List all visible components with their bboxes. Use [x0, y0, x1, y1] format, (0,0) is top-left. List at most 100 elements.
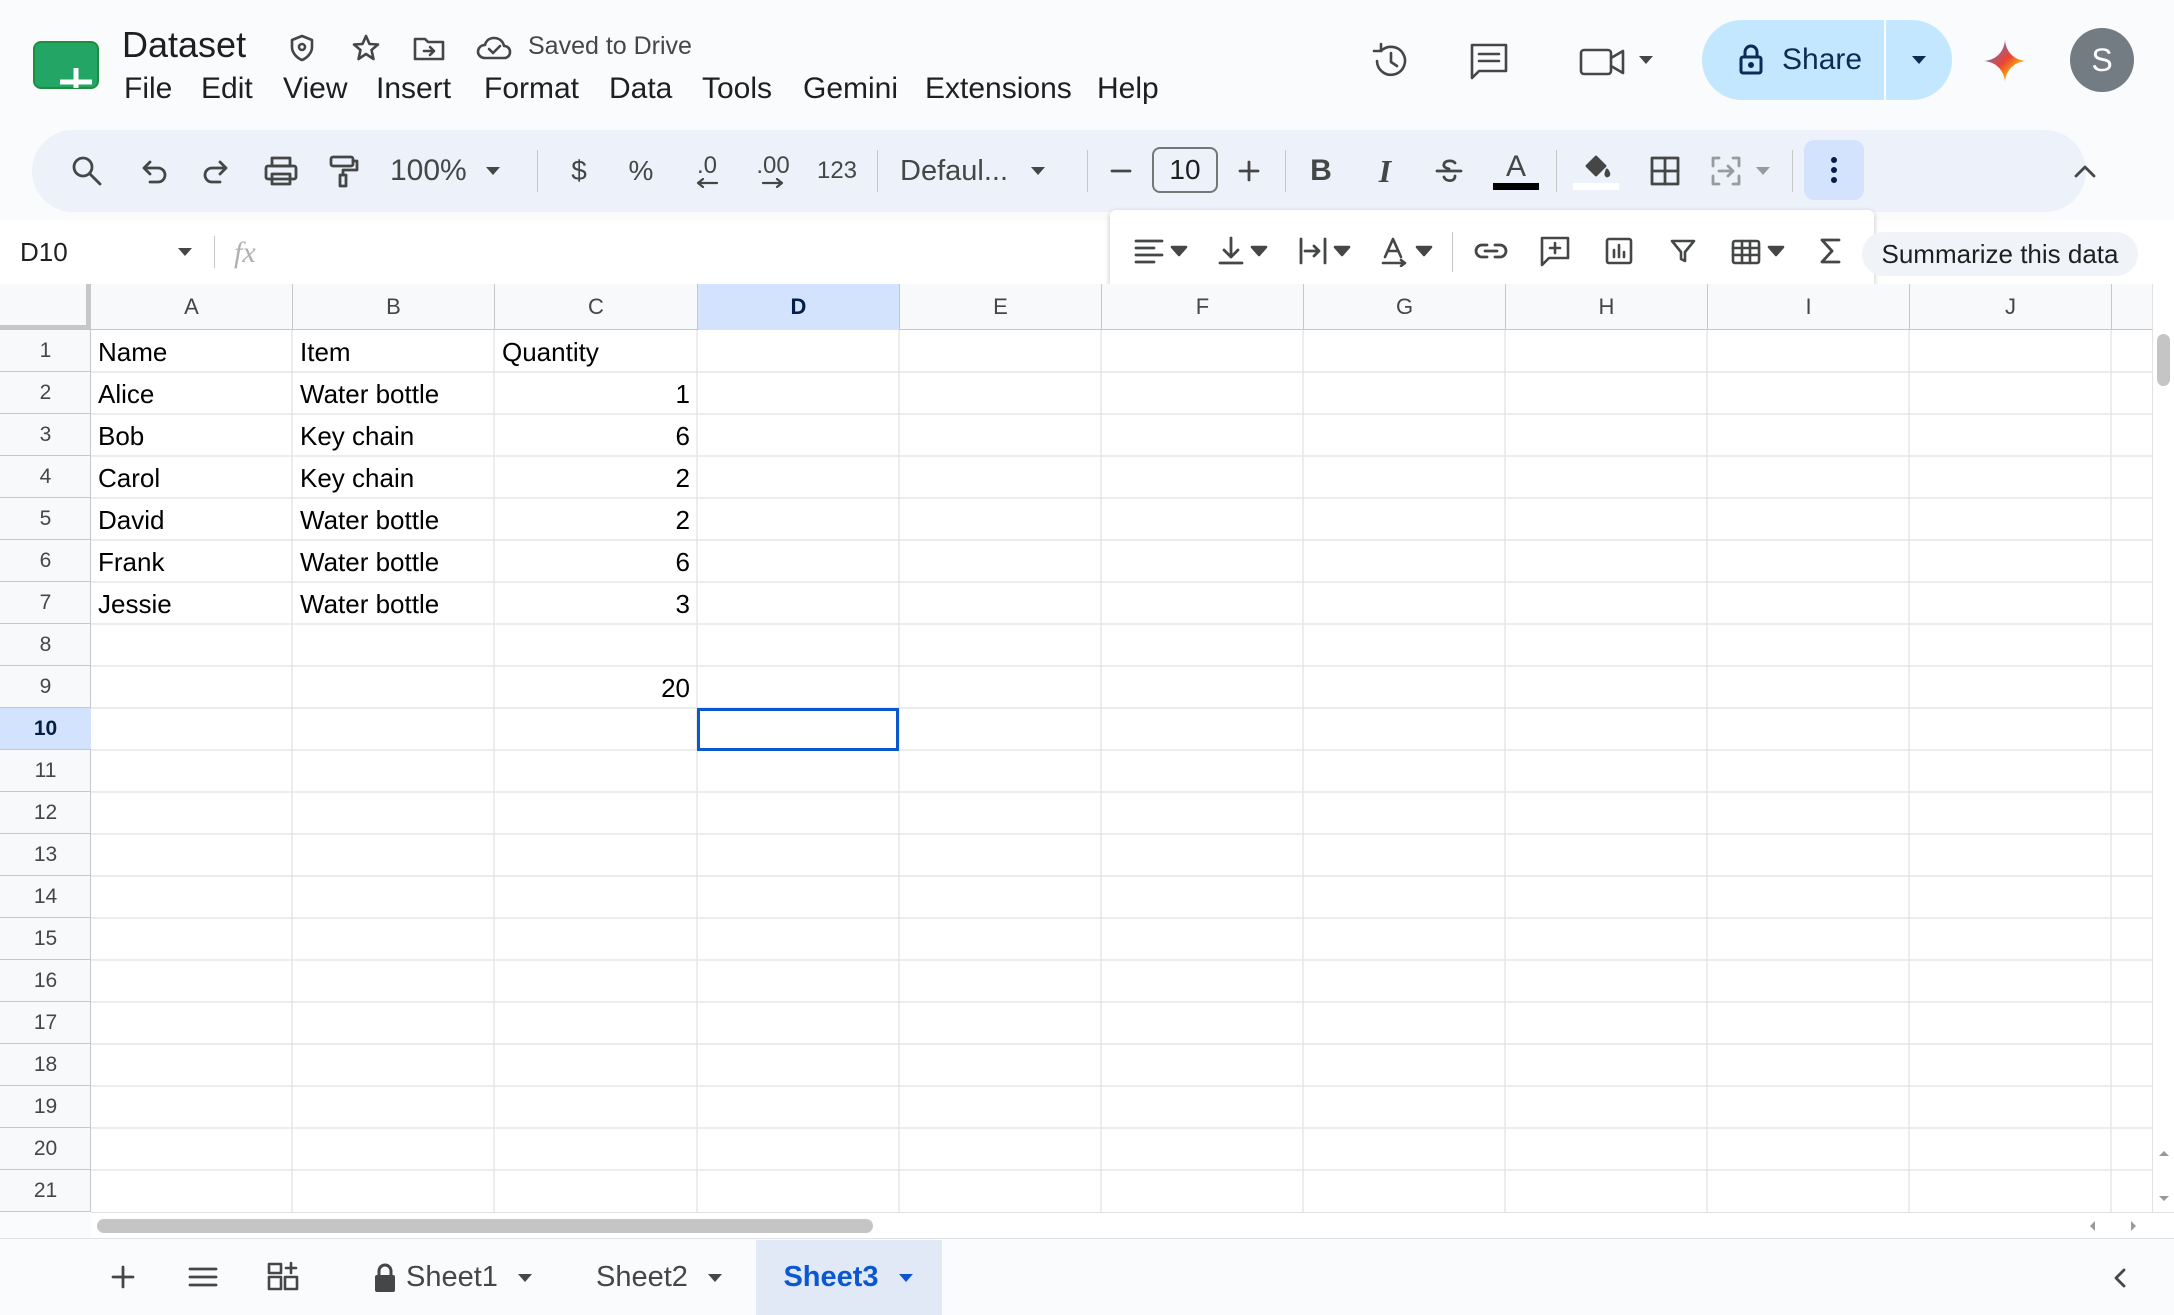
insert-chart-icon[interactable]	[1596, 228, 1642, 274]
meet-camera-icon[interactable]	[1574, 38, 1630, 86]
vertical-scroll-thumb[interactable]	[2157, 334, 2170, 386]
scroll-down-arrow-icon[interactable]	[2157, 1194, 2171, 1204]
cell-c6[interactable]: 6	[496, 542, 696, 582]
sheet-tab-sheet1[interactable]: Sheet1	[372, 1240, 534, 1315]
strikethrough-icon[interactable]	[1426, 145, 1472, 197]
scroll-up-arrow-icon[interactable]	[2157, 1148, 2171, 1158]
undo-icon[interactable]	[130, 145, 176, 197]
meet-dropdown-caret-icon[interactable]	[1634, 48, 1658, 72]
row-header-12[interactable]: 12	[0, 792, 91, 834]
name-box[interactable]: D10	[20, 226, 195, 278]
formula-input[interactable]	[290, 232, 1090, 276]
row-header-8[interactable]: 8	[0, 624, 91, 666]
menu-insert[interactable]: Insert	[376, 72, 451, 106]
cell-c9[interactable]: 20	[496, 668, 696, 708]
redo-icon[interactable]	[194, 145, 240, 197]
merge-cells-icon[interactable]	[1706, 145, 1776, 197]
increase-decimal-button[interactable]: .00	[746, 145, 800, 197]
scroll-right-arrow-icon[interactable]	[2129, 1219, 2139, 1233]
cell-a6[interactable]: Frank	[92, 542, 292, 582]
text-color-button[interactable]: A	[1490, 145, 1542, 197]
explore-icon[interactable]	[260, 1254, 306, 1300]
cell-a1[interactable]: Name	[92, 332, 292, 372]
cell-a7[interactable]: Jessie	[92, 584, 292, 624]
filter-views-icon[interactable]	[1722, 228, 1792, 274]
insert-comment-icon[interactable]	[1532, 228, 1578, 274]
text-rotation-icon[interactable]	[1372, 228, 1440, 274]
row-header-5[interactable]: 5	[0, 498, 91, 540]
cell-c4[interactable]: 2	[496, 458, 696, 498]
filter-icon[interactable]	[1660, 228, 1706, 274]
more-options-button[interactable]	[1804, 140, 1864, 200]
row-header-9[interactable]: 9	[0, 666, 91, 708]
column-header-g[interactable]: G	[1304, 284, 1506, 330]
font-family-select[interactable]: Defaul...	[900, 145, 1070, 197]
column-header-f[interactable]: F	[1102, 284, 1304, 330]
row-header-3[interactable]: 3	[0, 414, 91, 456]
cell-c3[interactable]: 6	[496, 416, 696, 456]
row-header-4[interactable]: 4	[0, 456, 91, 498]
select-all-corner[interactable]	[0, 284, 91, 330]
cell-b2[interactable]: Water bottle	[294, 374, 494, 414]
row-header-13[interactable]: 13	[0, 834, 91, 876]
currency-format-button[interactable]: $	[556, 145, 602, 197]
column-header-e[interactable]: E	[900, 284, 1102, 330]
cell-b3[interactable]: Key chain	[294, 416, 494, 456]
version-history-icon[interactable]	[1366, 36, 1416, 86]
column-header-c[interactable]: C	[495, 284, 698, 330]
column-header-d[interactable]: D	[698, 284, 900, 330]
cell-a2[interactable]: Alice	[92, 374, 292, 414]
row-header-16[interactable]: 16	[0, 960, 91, 1002]
horizontal-scrollbar[interactable]	[91, 1212, 2174, 1238]
column-header-h[interactable]: H	[1506, 284, 1708, 330]
cell-a3[interactable]: Bob	[92, 416, 292, 456]
increase-font-size-icon[interactable]	[1226, 145, 1272, 197]
cell-b5[interactable]: Water bottle	[294, 500, 494, 540]
cell-a4[interactable]: Carol	[92, 458, 292, 498]
more-formats-button[interactable]: 123	[812, 145, 862, 197]
row-header-7[interactable]: 7	[0, 582, 91, 624]
menu-data[interactable]: Data	[609, 72, 672, 106]
print-icon[interactable]	[258, 145, 304, 197]
functions-sigma-icon[interactable]	[1808, 228, 1854, 274]
document-title[interactable]: Dataset	[122, 24, 246, 66]
menu-tools[interactable]: Tools	[702, 72, 772, 106]
row-header-14[interactable]: 14	[0, 876, 91, 918]
collapse-menus-icon[interactable]	[2062, 145, 2108, 197]
row-header-21[interactable]: 21	[0, 1170, 91, 1212]
row-header-6[interactable]: 6	[0, 540, 91, 582]
search-menus-icon[interactable]	[64, 145, 110, 197]
cell-c7[interactable]: 3	[496, 584, 696, 624]
row-header-19[interactable]: 19	[0, 1086, 91, 1128]
share-dropdown-button[interactable]	[1886, 20, 1952, 100]
add-sheet-icon[interactable]	[100, 1254, 146, 1300]
row-header-15[interactable]: 15	[0, 918, 91, 960]
decrease-font-size-icon[interactable]	[1098, 145, 1144, 197]
all-sheets-icon[interactable]	[180, 1254, 226, 1300]
percent-format-button[interactable]: %	[618, 145, 664, 197]
horizontal-align-icon[interactable]	[1126, 228, 1194, 274]
column-header-b[interactable]: B	[293, 284, 495, 330]
vertical-scrollbar[interactable]	[2152, 284, 2174, 1212]
row-header-17[interactable]: 17	[0, 1002, 91, 1044]
cell-a5[interactable]: David	[92, 500, 292, 540]
font-size-input[interactable]: 10	[1152, 147, 1218, 193]
cell-b1[interactable]: Item	[294, 332, 494, 372]
fill-color-icon[interactable]	[1570, 145, 1622, 197]
cell-c1[interactable]: Quantity	[496, 332, 696, 372]
side-panel-toggle-icon[interactable]	[2100, 1258, 2140, 1298]
row-header-11[interactable]: 11	[0, 750, 91, 792]
zoom-select[interactable]: 100%	[390, 145, 520, 197]
cell-b7[interactable]: Water bottle	[294, 584, 494, 624]
sheet-tab-sheet3[interactable]: Sheet3	[756, 1240, 942, 1315]
sheet-tab-sheet2[interactable]: Sheet2	[596, 1240, 724, 1315]
cell-b6[interactable]: Water bottle	[294, 542, 494, 582]
menu-gemini[interactable]: Gemini	[803, 72, 898, 106]
italic-button[interactable]: I	[1362, 145, 1408, 197]
share-button[interactable]: Share	[1702, 20, 1884, 100]
menu-edit[interactable]: Edit	[201, 72, 253, 106]
cell-c2[interactable]: 1	[496, 374, 696, 414]
decrease-decimal-button[interactable]: .0	[682, 145, 732, 197]
summarize-data-button[interactable]: Summarize this data	[1862, 232, 2138, 276]
security-shield-icon[interactable]	[284, 30, 320, 66]
